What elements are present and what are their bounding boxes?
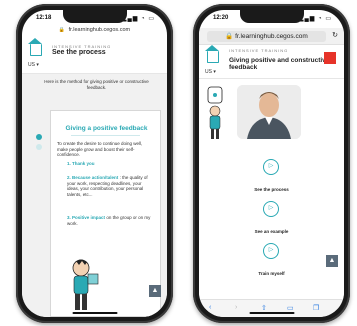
train-myself-button[interactable]: ▷ xyxy=(263,243,279,259)
intro-text: Here is the method for giving positive o… xyxy=(44,79,149,90)
point-heading: Positive impact xyxy=(72,215,106,220)
address-field[interactable]: 🔒 fr.learninghub.cegos.com xyxy=(207,31,326,42)
reload-icon[interactable]: ↻ xyxy=(332,31,338,39)
point-heading: Because action/talent xyxy=(72,175,119,180)
step-dot-active[interactable] xyxy=(36,134,42,140)
forward-icon[interactable]: › xyxy=(235,304,237,311)
language-value: US xyxy=(28,62,35,68)
signal-icons: ▂▄▆ ◔ ▭ xyxy=(121,16,155,22)
signal-icons: ▂▄▆ ◔ ▭ xyxy=(298,16,332,22)
url-text: fr.learninghub.cegos.com xyxy=(235,33,308,40)
action-label: See an example xyxy=(254,229,289,234)
see-example-button[interactable]: ▷ xyxy=(263,201,279,217)
language-value: US xyxy=(205,69,212,75)
app-screenshot: 12:18 ▂▄▆ ◔ ▭ 🔒 fr.learninghub.cegos.com… xyxy=(0,0,357,326)
notch xyxy=(239,10,304,23)
share-icon[interactable]: ⇧ xyxy=(261,304,267,312)
home-icon[interactable] xyxy=(28,38,42,56)
action-label: Train myself xyxy=(258,271,285,276)
play-icon: ▷ xyxy=(268,163,274,169)
phone-left: 12:18 ▂▄▆ ◔ ▭ 🔒 fr.learninghub.cegos.com… xyxy=(16,4,173,323)
language-selector[interactable]: US ▾ xyxy=(205,69,216,75)
step-dots xyxy=(36,134,42,154)
point-heading: Thank you xyxy=(72,161,95,166)
page-header: US ▾ INTENSIVE TRAINING See the process xyxy=(22,38,167,74)
see-process-button[interactable]: ▷ xyxy=(263,159,279,175)
card-text: To create the desire to continue doing w… xyxy=(57,141,143,157)
phone-right: 12:20 ▂▄▆ ◔ ▭ 🔒 fr.learninghub.cegos.com… xyxy=(193,4,350,323)
character-illustration xyxy=(72,259,99,310)
home-icon[interactable] xyxy=(205,45,219,63)
action-label: See the process xyxy=(254,187,289,192)
url-text: fr.learninghub.cegos.com xyxy=(68,27,131,33)
lock-icon: 🔒 xyxy=(225,33,234,40)
feedback-card: Giving a positive feedback To create the… xyxy=(50,110,161,317)
point-number: 1. xyxy=(67,161,71,166)
status-time: 12:20 xyxy=(213,15,229,21)
safari-toolbar: ‹ › ⇧ ▭ ❐ xyxy=(199,299,344,317)
character-illustration xyxy=(207,86,223,139)
notch xyxy=(62,10,127,23)
page-header: US ▾ INTENSIVE TRAINING Giving positive … xyxy=(199,45,344,79)
scroll-top-button[interactable]: ▲ xyxy=(326,255,338,267)
point-item: 2. Because action/talent : the quality o… xyxy=(67,175,154,197)
home-indicator xyxy=(72,312,117,314)
language-selector[interactable]: US ▾ xyxy=(28,62,39,68)
page-title: See the process xyxy=(52,49,106,56)
main-content: Here is the method for giving positive o… xyxy=(22,74,167,317)
scroll-top-button[interactable]: ▲ xyxy=(149,285,161,297)
phone-left-screen: 12:18 ▂▄▆ ◔ ▭ 🔒 fr.learninghub.cegos.com… xyxy=(22,10,167,317)
play-icon: ▷ xyxy=(268,205,274,211)
tabs-icon[interactable]: ❐ xyxy=(313,304,319,312)
card-title: Giving a positive feedback xyxy=(65,125,148,132)
card-divider xyxy=(71,135,140,136)
home-indicator xyxy=(249,312,294,314)
phone-right-screen: 12:20 ▂▄▆ ◔ ▭ 🔒 fr.learninghub.cegos.com… xyxy=(199,10,344,317)
point-item: 3. Positive impact on the group or on my… xyxy=(67,215,154,226)
play-icon: ▷ xyxy=(268,247,274,253)
lock-icon: 🔒 xyxy=(58,27,66,33)
url-bar[interactable]: 🔒 fr.learninghub.cegos.com xyxy=(22,27,167,38)
presenter-photo xyxy=(237,85,301,139)
page-kicker: INTENSIVE TRAINING xyxy=(229,48,289,53)
main-content: ▷ See the process ▷ See an example ▷ Tra… xyxy=(199,79,344,299)
back-icon[interactable]: ‹ xyxy=(209,304,211,311)
point-item: 1. Thank you xyxy=(67,161,154,167)
status-time: 12:18 xyxy=(36,15,52,21)
point-number: 2. xyxy=(67,175,71,180)
step-dot[interactable] xyxy=(36,144,42,150)
point-number: 3. xyxy=(67,215,71,220)
cegos-logo xyxy=(324,52,336,64)
safari-address-bar: 🔒 fr.learninghub.cegos.com ↻ xyxy=(199,28,344,45)
bookmarks-icon[interactable]: ▭ xyxy=(287,304,294,312)
